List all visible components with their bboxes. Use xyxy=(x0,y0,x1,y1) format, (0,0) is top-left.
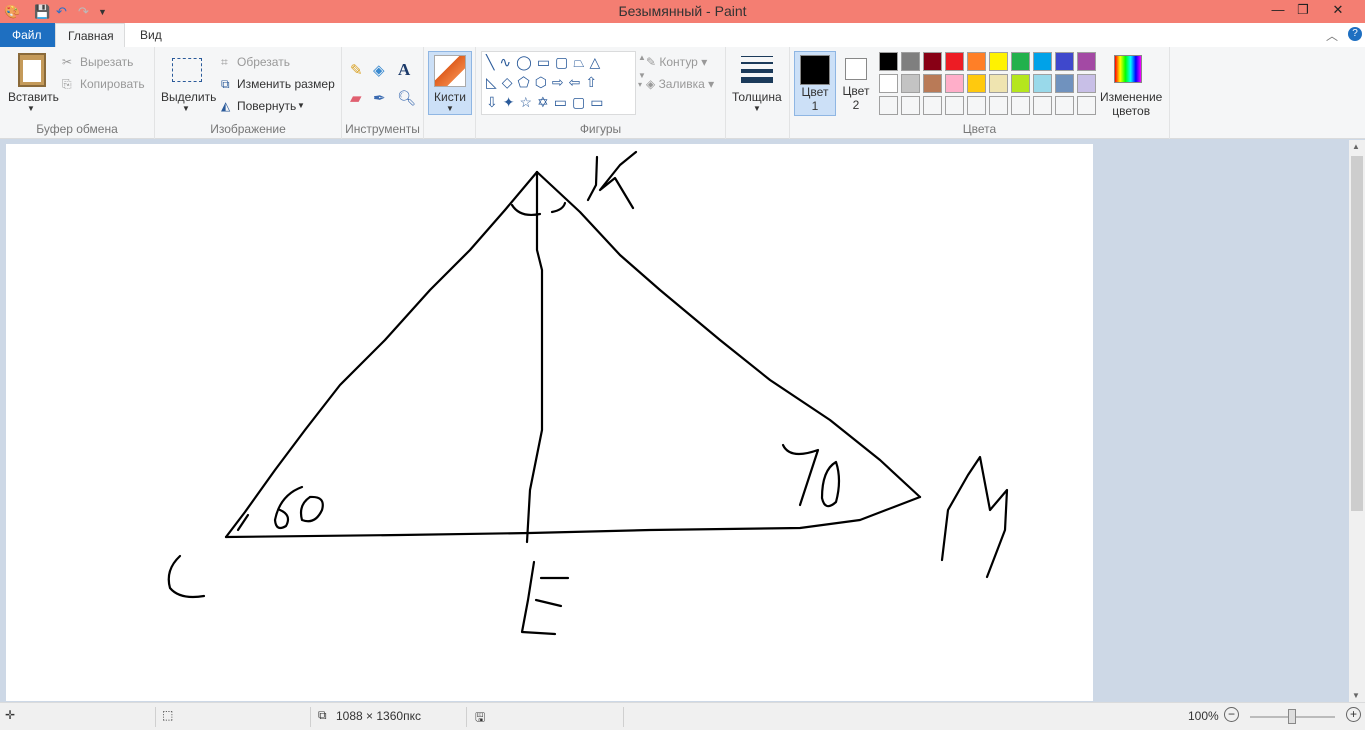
vertical-scrollbar[interactable]: ▲ ▼ xyxy=(1349,140,1365,702)
letter-M xyxy=(940,455,1009,579)
zoom-slider-thumb[interactable] xyxy=(1288,709,1296,724)
scroll-down-icon[interactable]: ▼ xyxy=(1352,691,1360,700)
status-bar: ✛ ⬚ ⧉ 1088 × 1360пкс 🖫 100% − + xyxy=(0,702,1365,730)
triangle-base xyxy=(224,495,922,539)
sketch-drawing xyxy=(167,150,1009,636)
canvas-size-icon: ⧉ xyxy=(318,708,327,722)
triangle-left-side xyxy=(224,170,539,539)
canvas-dimensions: 1088 × 1360пкс xyxy=(336,709,421,723)
zoom-level: 100% xyxy=(1188,709,1219,723)
letter-K xyxy=(586,150,638,210)
file-size-icon: 🖫 xyxy=(475,710,486,724)
angle-arc-top xyxy=(510,201,567,217)
label-60 xyxy=(273,485,324,530)
selection-size-icon: ⬚ xyxy=(162,708,174,722)
altitude-line xyxy=(525,170,544,544)
cursor-position-icon: ✛ xyxy=(5,708,16,722)
letter-E xyxy=(520,560,570,636)
label-70 xyxy=(781,443,841,508)
triangle-right-side xyxy=(535,170,922,499)
letter-C xyxy=(167,554,206,599)
zoom-in-button[interactable]: + xyxy=(1346,707,1361,722)
angle-arc-left xyxy=(236,513,250,532)
zoom-out-button[interactable]: − xyxy=(1224,707,1239,722)
scrollbar-thumb[interactable] xyxy=(1351,156,1363,511)
scroll-up-icon[interactable]: ▲ xyxy=(1352,142,1360,151)
